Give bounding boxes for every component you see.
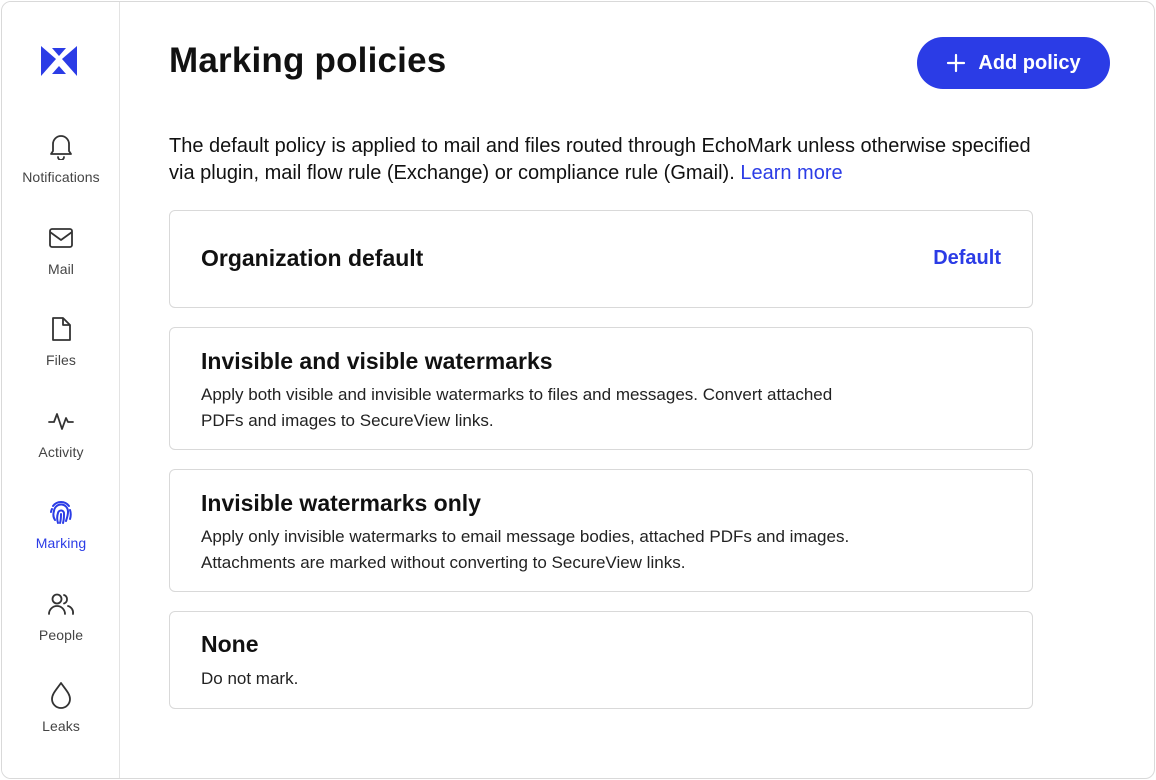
sidebar-item-people[interactable]: People <box>2 590 120 664</box>
policy-description: Do not mark. <box>201 669 299 688</box>
intro-text: The default policy is applied to mail an… <box>169 135 1031 184</box>
sidebar: Notifications Mail Files Activity Markin… <box>2 2 120 778</box>
sidebar-item-mail[interactable]: Mail <box>2 224 120 298</box>
add-policy-label: Add policy <box>978 51 1081 74</box>
page-title: Marking policies <box>169 41 447 80</box>
echomark-logo[interactable] <box>41 44 77 78</box>
policy-intro: The default policy is applied to mail an… <box>169 133 1049 187</box>
policy-card-organization-default[interactable]: Organization default Default <box>169 210 1033 308</box>
learn-more-link[interactable]: Learn more <box>740 162 842 184</box>
sidebar-item-label: Files <box>45 352 77 368</box>
policy-description: Apply both visible and invisible waterma… <box>201 385 833 430</box>
sidebar-item-leaks[interactable]: Leaks <box>2 681 120 755</box>
policy-card-none[interactable]: None Do not mark. <box>169 611 1033 709</box>
policy-title: None <box>201 631 259 657</box>
policy-title: Invisible watermarks only <box>201 490 481 516</box>
sidebar-item-label: Leaks <box>42 718 80 734</box>
sidebar-item-label: Marking <box>35 535 87 551</box>
sidebar-item-activity[interactable]: Activity <box>2 407 120 481</box>
app-window: Notifications Mail Files Activity Markin… <box>1 1 1155 779</box>
policy-description: Apply only invisible watermarks to email… <box>201 527 850 572</box>
mail-icon <box>47 224 75 252</box>
add-policy-button[interactable]: Add policy <box>917 37 1110 89</box>
sidebar-item-marking[interactable]: Marking <box>2 498 120 572</box>
people-icon <box>47 590 75 618</box>
sidebar-item-notifications[interactable]: Notifications <box>2 132 120 206</box>
sidebar-item-label: People <box>38 627 84 643</box>
activity-icon <box>47 407 75 435</box>
fingerprint-icon <box>47 498 75 526</box>
sidebar-item-label: Activity <box>38 444 84 460</box>
policy-title: Organization default <box>201 245 424 271</box>
sidebar-item-label: Mail <box>47 261 75 277</box>
policy-card-invisible-only[interactable]: Invisible watermarks only Apply only inv… <box>169 469 1033 592</box>
sidebar-item-files[interactable]: Files <box>2 315 120 389</box>
drop-icon <box>47 681 75 709</box>
sidebar-item-label: Notifications <box>22 169 100 185</box>
policy-card-invisible-and-visible[interactable]: Invisible and visible watermarks Apply b… <box>169 327 1033 450</box>
policy-title: Invisible and visible watermarks <box>201 348 553 374</box>
plus-icon <box>947 53 966 73</box>
bell-icon <box>47 132 75 160</box>
default-badge: Default <box>933 247 1001 269</box>
file-icon <box>47 315 75 343</box>
